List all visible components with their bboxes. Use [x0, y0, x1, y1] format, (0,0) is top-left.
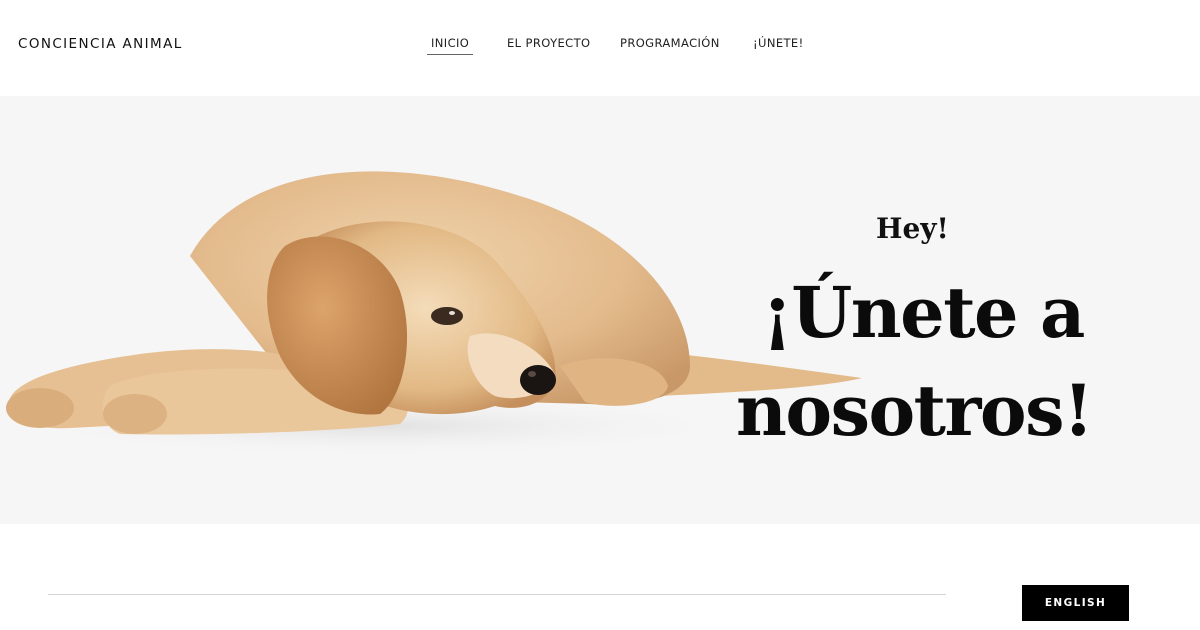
- hero-headline: ¡Únete a nosotros!: [736, 264, 1176, 460]
- main-nav: INICIO EL PROYECTO PROGRAMACIÓN ¡ÚNETE!: [0, 36, 1200, 60]
- section-divider: [48, 594, 946, 595]
- nav-item-el-proyecto[interactable]: EL PROYECTO: [507, 36, 590, 54]
- hero-banner: Hey! ¡Únete a nosotros!: [0, 96, 1200, 524]
- hero-kicker: Hey!: [876, 212, 949, 245]
- nav-item-unete[interactable]: ¡ÚNETE!: [753, 36, 804, 54]
- nav-item-inicio[interactable]: INICIO: [427, 36, 474, 55]
- nav-item-programacion[interactable]: PROGRAMACIÓN: [620, 36, 720, 54]
- site-header: CONCIENCIA ANIMAL INICIO EL PROYECTO PRO…: [0, 0, 1200, 96]
- hero-headline-line-1: ¡Únete a: [762, 271, 1085, 354]
- hero-headline-line-2: nosotros!: [736, 369, 1094, 452]
- english-language-button[interactable]: ENGLISH: [1022, 585, 1129, 621]
